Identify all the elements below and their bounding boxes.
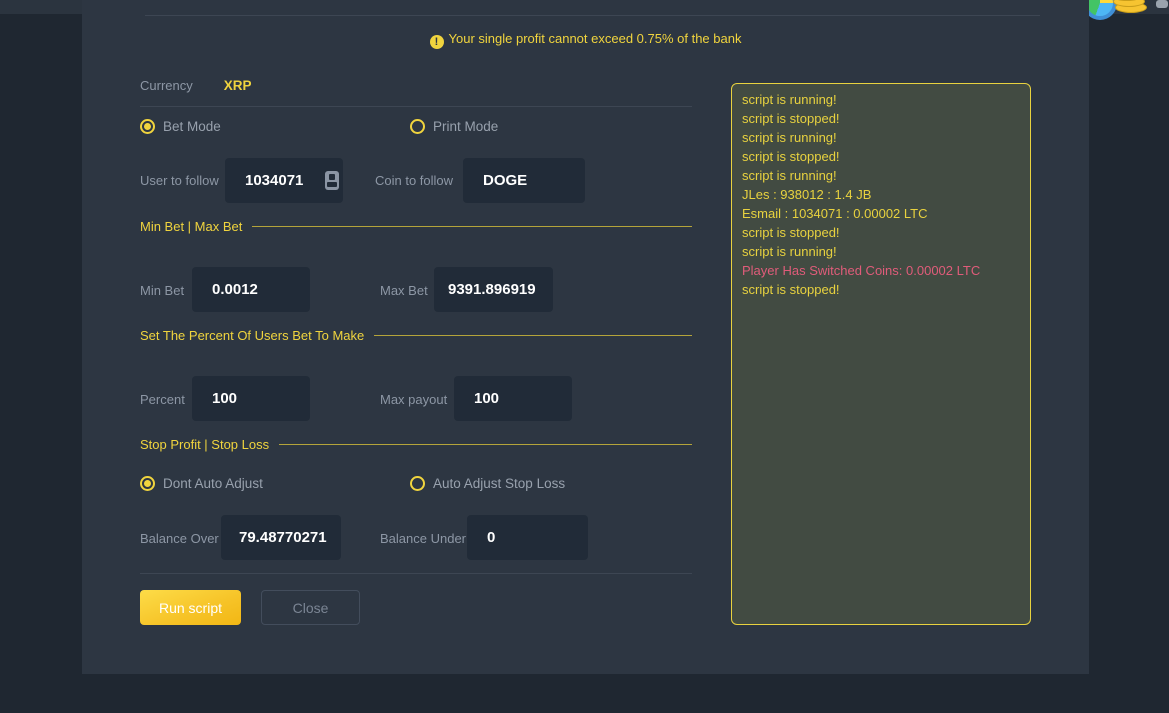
log-line: script is stopped! — [742, 280, 1020, 299]
close-button[interactable]: Close — [261, 590, 360, 625]
radio-ring-icon — [410, 119, 425, 134]
min-bet-input[interactable] — [192, 267, 310, 312]
percent-section-title: Set The Percent Of Users Bet To Make — [140, 328, 364, 343]
script-log-panel[interactable]: script is running! script is stopped! sc… — [731, 83, 1031, 625]
log-line: script is stopped! — [742, 109, 1020, 128]
log-line: script is stopped! — [742, 147, 1020, 166]
radio-ring-icon — [410, 476, 425, 491]
stop-section-title: Stop Profit | Stop Loss — [140, 437, 269, 452]
dont-auto-adjust-label: Dont Auto Adjust — [163, 476, 263, 491]
log-line: script is running! — [742, 128, 1020, 147]
auto-adjust-stop-loss-radio[interactable]: Auto Adjust Stop Loss — [410, 476, 565, 491]
min-bet-label: Min Bet — [140, 283, 184, 298]
log-line-alert: Player Has Switched Coins: 0.00002 LTC — [742, 261, 1020, 280]
percent-input[interactable] — [192, 376, 310, 421]
run-script-button[interactable]: Run script — [140, 590, 241, 625]
coin-to-follow-label: Coin to follow — [375, 173, 453, 188]
currency-value[interactable]: XRP — [224, 78, 252, 93]
currency-label: Currency — [140, 78, 193, 93]
minmax-section-title: Min Bet | Max Bet — [140, 219, 242, 234]
contact-card-icon[interactable] — [325, 171, 339, 190]
percent-label: Percent — [140, 392, 185, 407]
radio-ring-icon — [140, 476, 155, 491]
log-line: script is running! — [742, 166, 1020, 185]
section-rule — [252, 226, 692, 227]
max-payout-input[interactable] — [454, 376, 572, 421]
bet-mode-radio[interactable]: Bet Mode — [140, 119, 221, 134]
section-rule — [279, 444, 692, 445]
print-mode-label: Print Mode — [433, 119, 498, 134]
log-line: JLes : 938012 : 1.4 JB — [742, 185, 1020, 204]
auto-adjust-stop-loss-label: Auto Adjust Stop Loss — [433, 476, 565, 491]
print-mode-radio[interactable]: Print Mode — [410, 119, 498, 134]
balance-over-label: Balance Over — [140, 531, 219, 546]
bet-mode-label: Bet Mode — [163, 119, 221, 134]
coins-logo-icon — [1083, 0, 1147, 22]
balance-under-input[interactable] — [467, 515, 588, 560]
script-settings-dialog: !Your single profit cannot exceed 0.75% … — [82, 0, 1089, 674]
radio-ring-icon — [140, 119, 155, 134]
user-to-follow-label: User to follow — [140, 173, 219, 188]
divider — [140, 573, 692, 574]
log-line: script is stopped! — [742, 223, 1020, 242]
balance-over-input[interactable] — [221, 515, 341, 560]
section-rule — [374, 335, 692, 336]
scrollbar-thumb[interactable] — [1156, 0, 1168, 8]
dont-auto-adjust-radio[interactable]: Dont Auto Adjust — [140, 476, 263, 491]
settings-form: Currency XRP Bet Mode Print Mode User to… — [140, 0, 692, 674]
max-bet-label: Max Bet — [380, 283, 428, 298]
log-line: Esmail : 1034071 : 0.00002 LTC — [742, 204, 1020, 223]
max-bet-input[interactable] — [434, 267, 553, 312]
max-payout-label: Max payout — [380, 392, 447, 407]
divider — [140, 106, 692, 107]
coin-to-follow-input[interactable] — [463, 158, 585, 203]
balance-under-label: Balance Under — [380, 531, 466, 546]
log-line: script is running! — [742, 90, 1020, 109]
log-line: script is running! — [742, 242, 1020, 261]
